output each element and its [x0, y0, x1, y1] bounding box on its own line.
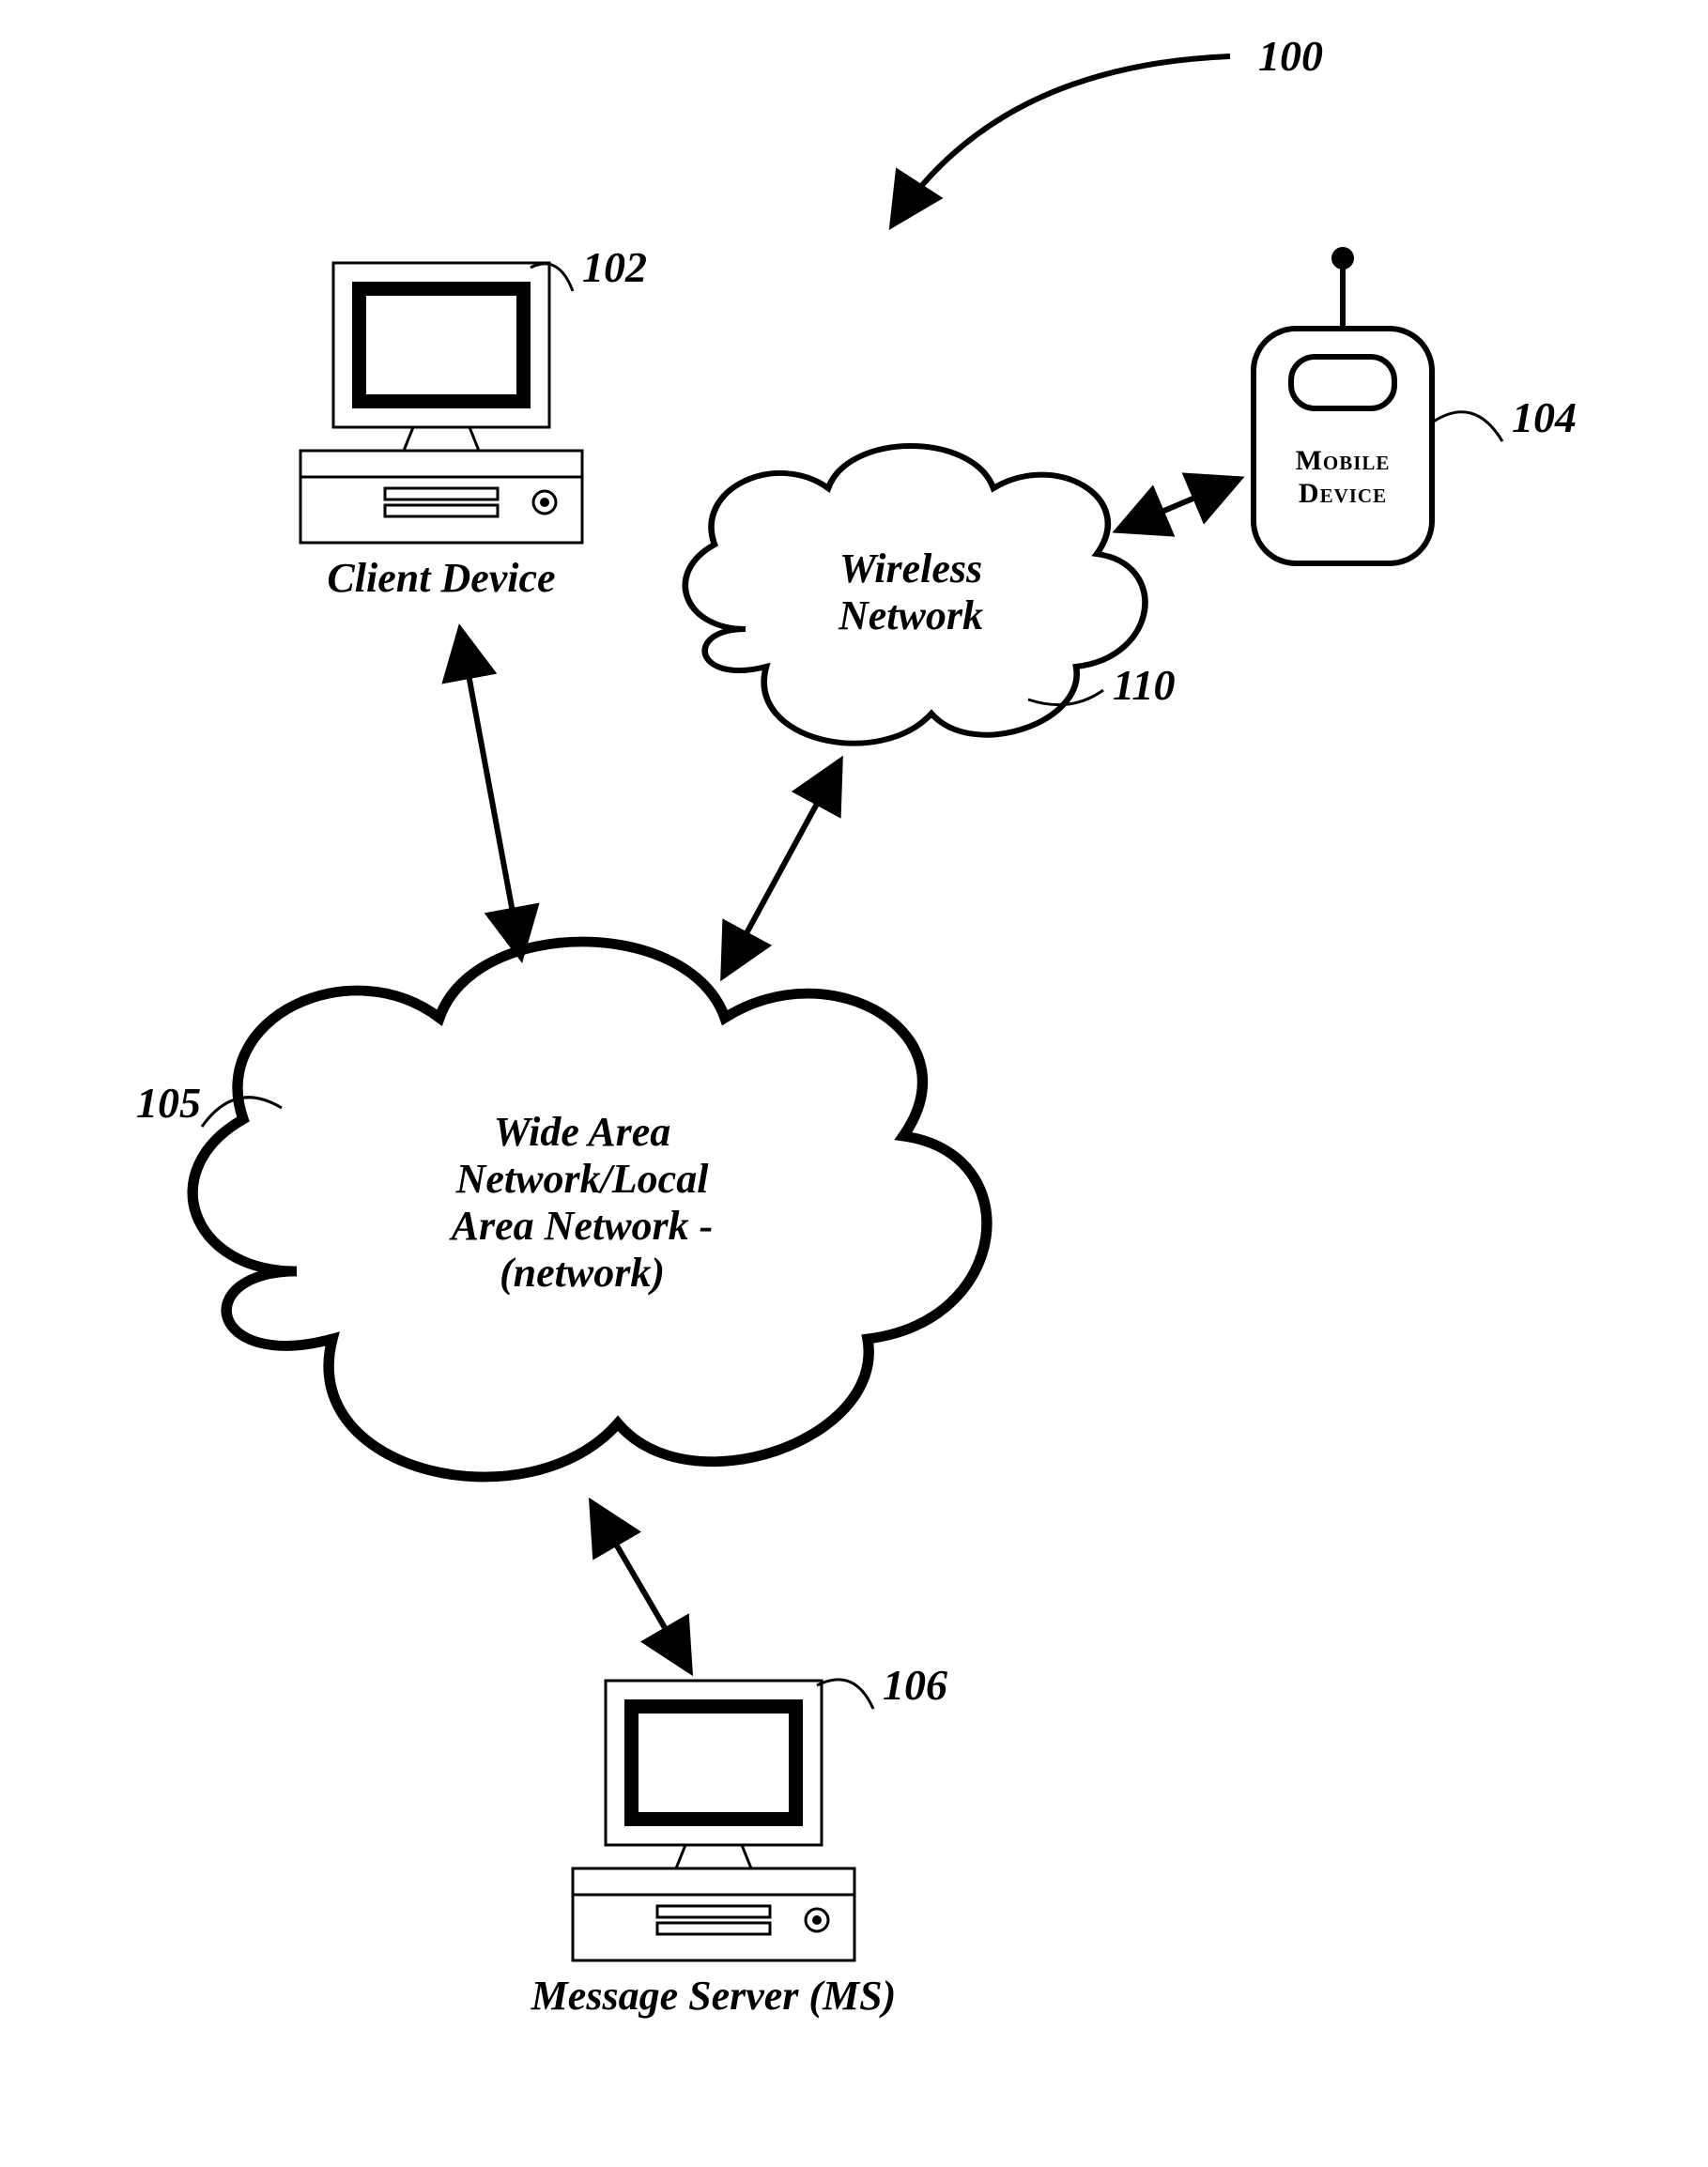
- ref-105: 105: [136, 1079, 201, 1127]
- mobile-device-icon: Mobile Device: [1254, 247, 1432, 563]
- ref-102-leader: [531, 264, 573, 291]
- system-pointer-arrow: [892, 56, 1230, 225]
- message-server-icon: [573, 1681, 854, 1960]
- link-wan-wireless: [723, 761, 840, 976]
- wan-label-line2: Network/Local: [455, 1156, 710, 1202]
- client-device-icon: [300, 263, 582, 543]
- wan-label-line4: (network): [500, 1250, 665, 1296]
- wan-label-line1: Wide Area: [494, 1109, 671, 1155]
- ref-100: 100: [1258, 32, 1323, 80]
- message-server-label: Message Server (MS): [531, 1973, 897, 2019]
- link-client-wan: [460, 629, 521, 958]
- ref-106: 106: [883, 1661, 947, 1709]
- ref-106-leader: [817, 1680, 873, 1709]
- link-wan-server: [592, 1502, 690, 1671]
- ref-102: 102: [582, 243, 647, 291]
- wireless-label-line1: Wireless: [839, 546, 982, 592]
- mobile-label-line1: Mobile: [1296, 445, 1391, 476]
- wireless-label-line2: Network: [838, 592, 983, 638]
- wan-label-line3: Area Network -: [449, 1203, 714, 1249]
- ref-104-leader: [1432, 412, 1502, 441]
- network-diagram: 100 Client Device 102 Mobile Device 104 …: [0, 0, 1708, 2167]
- client-device-label: Client Device: [327, 555, 555, 601]
- ref-104: 104: [1512, 393, 1577, 441]
- ref-110: 110: [1113, 661, 1175, 709]
- mobile-label-line2: Device: [1299, 478, 1387, 509]
- link-wireless-mobile: [1117, 479, 1239, 530]
